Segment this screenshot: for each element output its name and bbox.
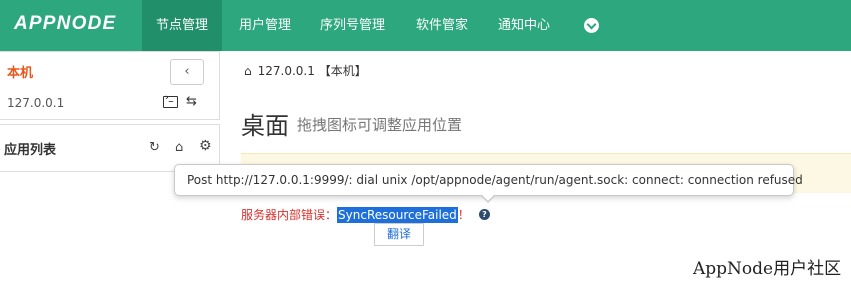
community-watermark: AppNode用户社区 [693, 259, 842, 279]
help-icon[interactable]: ? [479, 209, 490, 220]
sync-icon[interactable]: ↻ [149, 140, 160, 155]
error-suffix: ！ [457, 208, 470, 222]
translate-button[interactable]: 翻译 [374, 223, 424, 246]
node-ip: 127.0.0.1 [7, 96, 65, 110]
node-title: 本机 [7, 66, 34, 81]
home-icon[interactable]: ⌂ [244, 64, 252, 78]
breadcrumb-text: 127.0.0.1 【本机】 [257, 64, 367, 78]
appnode-logo[interactable]: APPNODE [14, 13, 116, 35]
terminal-icon[interactable] [163, 93, 178, 108]
breadcrumb: ⌂ 127.0.0.1 【本机】 [244, 62, 367, 79]
nav-item-software-manager[interactable]: 软件管家 [402, 0, 482, 51]
nav-item-user-management[interactable]: 用户管理 [225, 0, 305, 51]
nav-item-node-management[interactable]: 节点管理 [142, 0, 223, 51]
switch-node-icon[interactable]: ⇆ [186, 94, 197, 109]
error-message: 服务器内部错误：SyncResourceFailed！ [241, 206, 470, 223]
node-panel: 本机 ‹ 127.0.0.1 ⇆ [0, 51, 220, 120]
nav-item-serial-management[interactable]: 序列号管理 [306, 0, 399, 51]
top-navbar: APPNODE 节点管理 用户管理 序列号管理 软件管家 通知中心 [0, 0, 851, 51]
apps-list-title: 应用列表 [4, 143, 57, 158]
chevron-left-icon: ‹ [184, 64, 190, 79]
error-tooltip: Post http://127.0.0.1:9999/: dial unix /… [174, 164, 803, 196]
gear-icon[interactable]: ⚙ [199, 138, 212, 154]
page-title: 桌面 [241, 112, 289, 140]
home-icon[interactable]: ⌂ [175, 140, 183, 155]
collapse-sidebar-button[interactable]: ‹ [170, 59, 204, 85]
tooltip-arrow [480, 194, 496, 203]
nav-item-notification-center[interactable]: 通知中心 [484, 0, 564, 51]
error-prefix: 服务器内部错误： [241, 208, 338, 222]
error-code: SyncResourceFailed [337, 207, 458, 223]
chevron-down-circle-icon[interactable] [584, 18, 599, 33]
page-subtitle: 拖拽图标可调整应用位置 [297, 116, 463, 134]
